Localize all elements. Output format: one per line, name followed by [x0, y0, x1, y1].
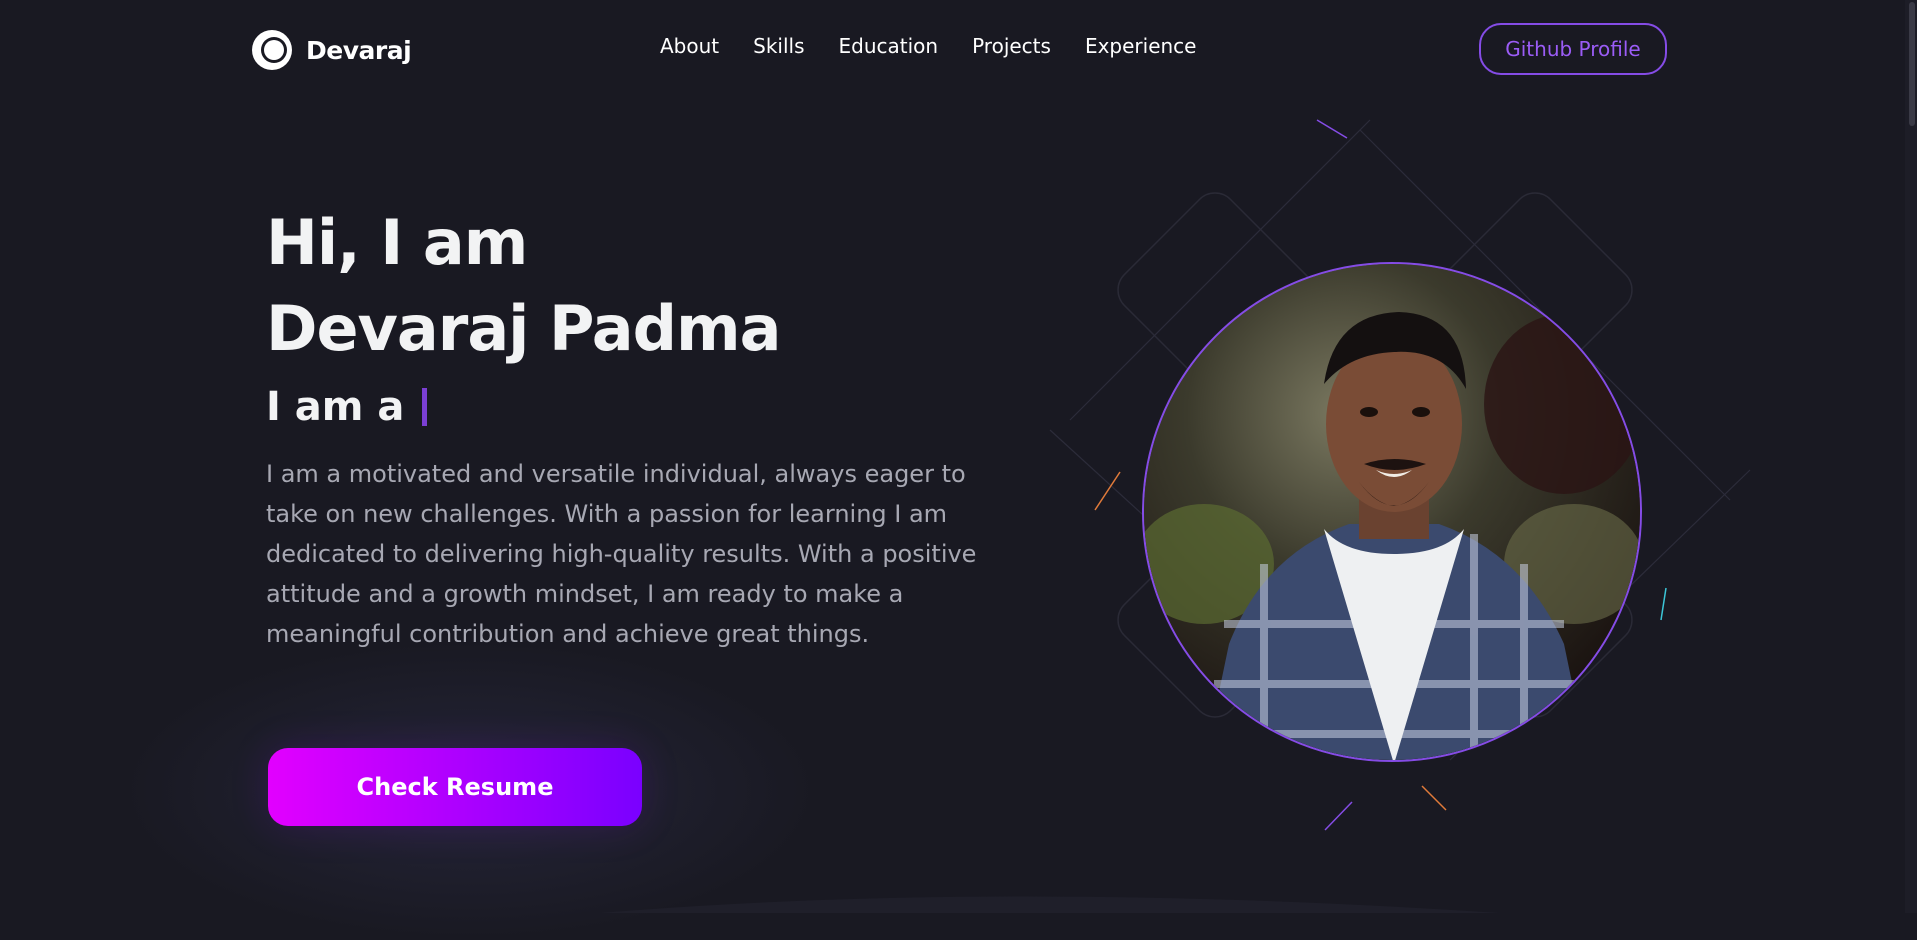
nav-link-about[interactable]: About	[660, 34, 719, 58]
hero-title: Hi, I am Devaraj Padma	[266, 200, 781, 372]
github-profile-button[interactable]: Github Profile	[1479, 23, 1667, 75]
hero-title-line-1: Hi, I am	[266, 206, 528, 279]
nav-links: About Skills Education Projects Experien…	[660, 34, 1197, 58]
typing-cursor	[422, 388, 428, 426]
scrollbar-thumb[interactable]	[1909, 2, 1915, 126]
scrollbar[interactable]	[1905, 0, 1917, 913]
top-navbar: Devaraj About Skills Education Projects …	[0, 0, 1917, 100]
nav-link-projects[interactable]: Projects	[972, 34, 1051, 58]
logo-mark-icon	[250, 28, 294, 72]
brand-name: Devaraj	[306, 35, 412, 65]
section-divider	[600, 896, 1500, 913]
nav-link-education[interactable]: Education	[839, 34, 939, 58]
typed-prefix: I am a	[266, 384, 405, 430]
check-resume-button[interactable]: Check Resume	[268, 748, 642, 826]
brand-logo[interactable]: Devaraj	[250, 26, 412, 74]
hero-description: I am a motivated and versatile individua…	[266, 460, 977, 648]
typed-role: I am a	[266, 384, 428, 430]
nav-link-experience[interactable]: Experience	[1085, 34, 1197, 58]
hero-title-line-2: Devaraj Padma	[266, 292, 781, 365]
profile-photo	[1142, 262, 1642, 762]
nav-link-skills[interactable]: Skills	[753, 34, 804, 58]
profile-photo-illustration	[1144, 264, 1640, 760]
